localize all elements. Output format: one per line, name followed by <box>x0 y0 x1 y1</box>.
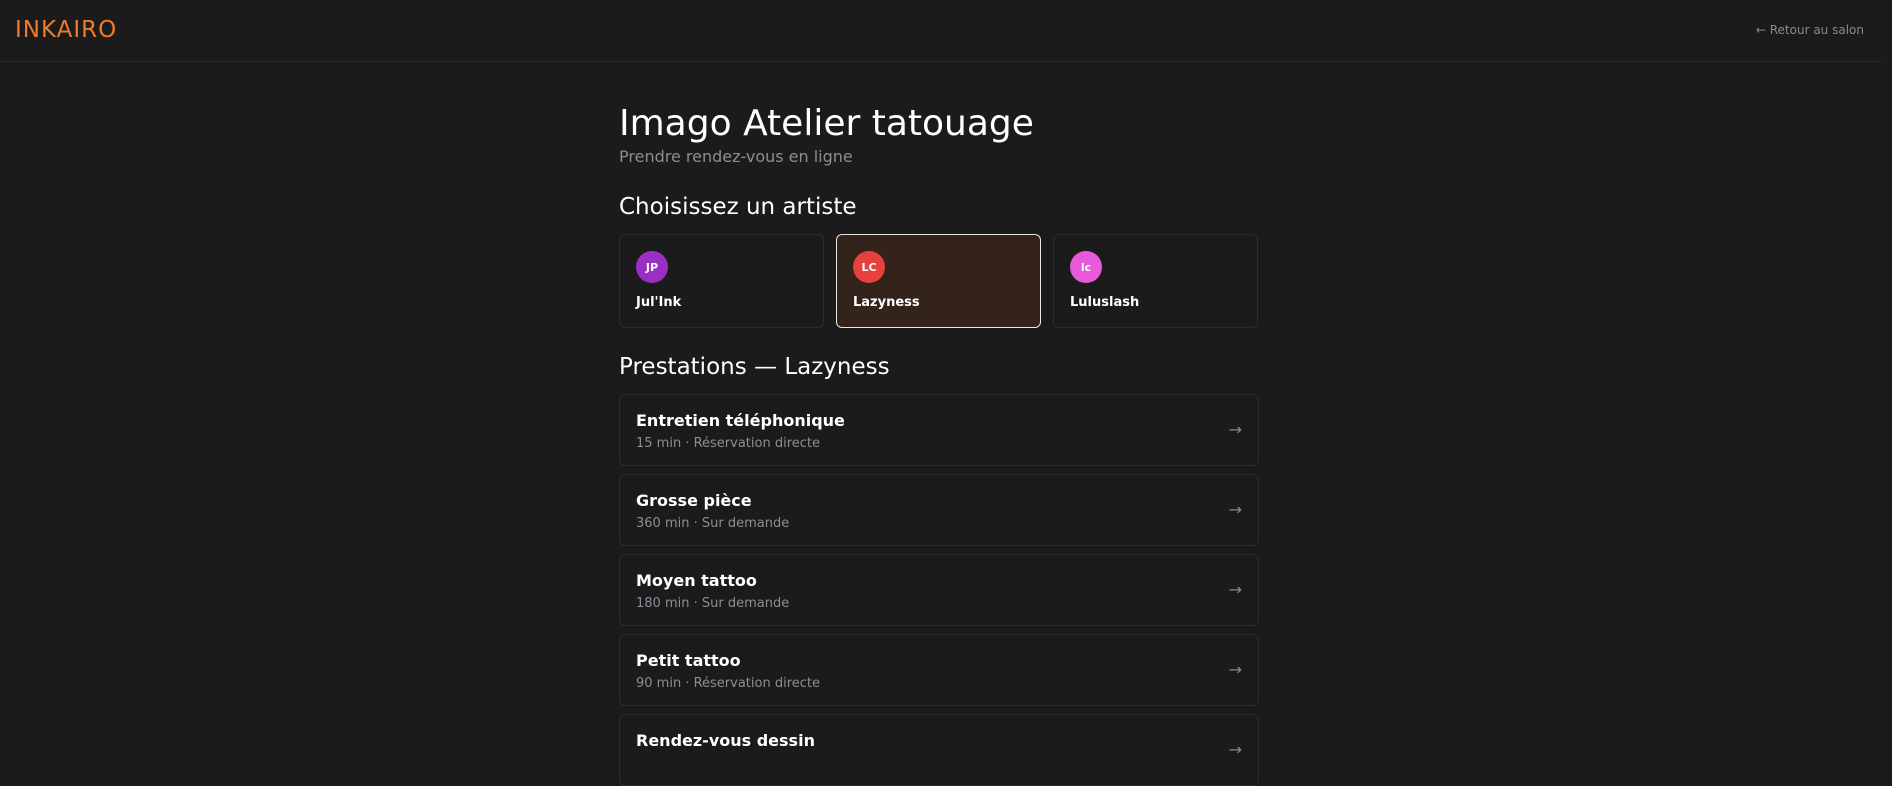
page-title: Imago Atelier tatouage <box>619 103 1034 144</box>
artist-list: JP Jul'Ink LC Lazyness lc Luluslash <box>619 234 1259 328</box>
artist-name: Lazyness <box>853 295 920 310</box>
artist-name: Jul'Ink <box>636 295 682 310</box>
arrow-right-icon: → <box>1228 740 1242 759</box>
service-name: Grosse pièce <box>636 491 752 510</box>
service-meta: 15 min · Réservation directe <box>636 436 821 451</box>
artist-card-lazyness[interactable]: LC Lazyness <box>836 234 1041 328</box>
artist-card-julink[interactable]: JP Jul'Ink <box>619 234 824 328</box>
service-name: Rendez-vous dessin <box>636 731 815 750</box>
service-name: Moyen tattoo <box>636 571 757 590</box>
service-name: Petit tattoo <box>636 651 741 670</box>
arrow-right-icon: → <box>1228 660 1242 679</box>
artist-name: Luluslash <box>1070 295 1140 310</box>
artist-card-luluslash[interactable]: lc Luluslash <box>1053 234 1258 328</box>
service-item[interactable]: Petit tattoo 90 min · Réservation direct… <box>619 634 1259 706</box>
booking-main: Imago Atelier tatouage Prendre rendez-vo… <box>619 102 1259 786</box>
back-to-salon-link[interactable]: ← Retour au salon <box>1756 21 1864 39</box>
avatar: JP <box>636 251 668 283</box>
services-section-title: Prestations — Lazyness <box>619 354 890 380</box>
service-meta: 360 min · Sur demande <box>636 516 790 531</box>
service-meta: 90 min · Réservation directe <box>636 676 821 691</box>
avatar: LC <box>853 251 885 283</box>
logo[interactable]: INKAIRO <box>15 16 117 44</box>
avatar: lc <box>1070 251 1102 283</box>
service-list: Entretien téléphonique 15 min · Réservat… <box>619 394 1259 786</box>
arrow-right-icon: → <box>1228 500 1242 519</box>
service-name: Entretien téléphonique <box>636 411 845 430</box>
page-subtitle: Prendre rendez-vous en ligne <box>619 147 853 166</box>
service-item[interactable]: Moyen tattoo 180 min · Sur demande → <box>619 554 1259 626</box>
service-item[interactable]: Grosse pièce 360 min · Sur demande → <box>619 474 1259 546</box>
artists-section-title: Choisissez un artiste <box>619 194 857 220</box>
service-meta: 180 min · Sur demande <box>636 596 790 611</box>
service-item[interactable]: Entretien téléphonique 15 min · Réservat… <box>619 394 1259 466</box>
top-bar: INKAIRO ← Retour au salon <box>0 0 1882 62</box>
service-item[interactable]: Rendez-vous dessin → <box>619 714 1259 786</box>
arrow-right-icon: → <box>1228 580 1242 599</box>
arrow-right-icon: → <box>1228 420 1242 439</box>
